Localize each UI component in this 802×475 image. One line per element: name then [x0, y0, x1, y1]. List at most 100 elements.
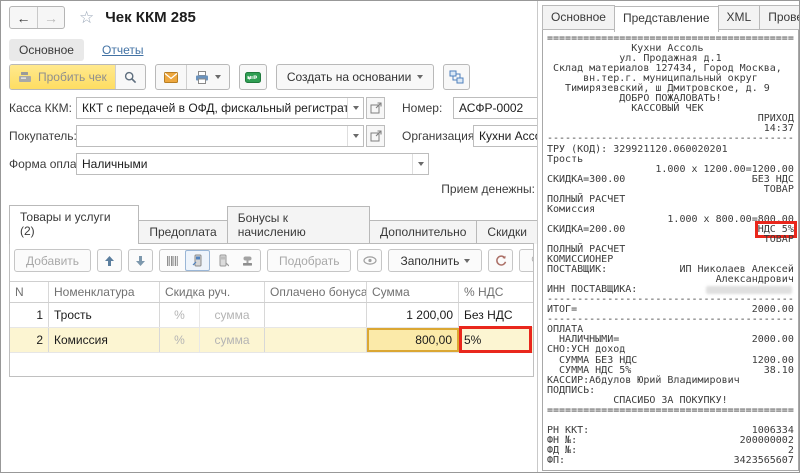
mir-badge-icon — [245, 72, 261, 83]
history-nav: ← → — [9, 6, 65, 29]
receive-money-note: Прием денежны: — [351, 182, 535, 196]
buyer-field[interactable] — [76, 125, 364, 147]
receipt-line: СНО:УСН доход — [547, 345, 798, 355]
payment-dropdown-caret-icon[interactable] — [412, 154, 428, 174]
items-table-header: N Номенклатура Скидка руч. Оплачено бону… — [10, 281, 534, 303]
col-vat[interactable]: % НДС — [459, 282, 534, 302]
app-window: ← → ☆ Чек ККМ 285 Основное Отчеты Пробит… — [0, 0, 800, 473]
items-tab-page: Добавить — [9, 243, 534, 377]
receipt-tab[interactable]: Проверка КМ — [759, 5, 800, 30]
refresh-button[interactable] — [488, 249, 513, 272]
inn-redacted — [706, 286, 792, 294]
buyer-open-button[interactable] — [366, 125, 385, 147]
discount-cell[interactable]: %сумма — [160, 328, 265, 352]
tab-strip: Товары и услуги (2)ПредоплатаБонусы к на… — [9, 219, 537, 244]
receipt-pane: ОсновноеПредставлениеXMLПроверка КМ ====… — [539, 1, 800, 473]
receipt-line: ТРУ (КОД): 329921120.060020201 — [547, 145, 798, 155]
post-check-label: Пробить чек — [38, 70, 107, 84]
col-n[interactable]: N — [10, 282, 49, 302]
col-bonus[interactable]: Оплачено бонусами — [265, 282, 367, 302]
find-check-button[interactable] — [115, 65, 145, 89]
send-email-button[interactable] — [156, 65, 186, 89]
sum-cell[interactable]: 1 200,00 — [367, 303, 459, 327]
col-discount[interactable]: Скидка руч. — [160, 282, 265, 302]
auto-percent-button[interactable]: % Авт. — [519, 249, 534, 272]
mir-button[interactable] — [239, 64, 267, 90]
items-tab[interactable]: Дополнительно — [369, 220, 477, 244]
stamp-button[interactable] — [235, 250, 260, 271]
nomenclature-cell[interactable]: Трость — [49, 303, 160, 327]
buyer-label: Покупатель: — [9, 129, 77, 143]
discount-sum-placeholder[interactable]: сумма — [200, 333, 264, 347]
vat-cell-annotation — [459, 326, 532, 353]
number-field[interactable]: АСФР-0002 — [453, 97, 538, 119]
org-field[interactable]: Кухни Ассо — [473, 125, 538, 147]
stamp-icon — [241, 255, 254, 267]
fill-button[interactable]: Заполнить — [388, 249, 482, 272]
kassa-field[interactable]: ККТ с передачей в ОФД, фискальный регист… — [76, 97, 364, 119]
mail-icon — [164, 72, 178, 83]
move-up-button[interactable] — [97, 249, 122, 272]
create-based-on-button[interactable]: Создать на основании — [276, 64, 435, 90]
post-check-group: Пробить чек — [9, 64, 146, 90]
terminal-button[interactable] — [210, 250, 235, 271]
table-row[interactable]: 2Комиссия%сумма800,005% — [10, 328, 534, 353]
scanner-button[interactable] — [185, 250, 210, 271]
nomenclature-cell[interactable]: Комиссия — [49, 328, 160, 352]
row-number-cell: 2 — [10, 328, 49, 352]
buyer-dropdown-caret-icon[interactable] — [347, 126, 363, 146]
receipt-tab[interactable]: Представление — [614, 6, 719, 32]
receipt-tab-strip: ОсновноеПредставлениеXMLПроверка КМ — [542, 5, 800, 30]
view-button[interactable] — [357, 249, 382, 272]
org-label: Организация: — [402, 129, 478, 143]
auto-percent-label: % Авт. — [531, 254, 534, 268]
move-down-button[interactable] — [128, 249, 153, 272]
kassa-dropdown-caret-icon[interactable] — [347, 98, 363, 118]
section-tab-main[interactable]: Основное — [9, 39, 84, 61]
sum-cell[interactable]: 800,00 — [367, 328, 459, 352]
barcode-tools-group — [159, 249, 261, 272]
receipt-tab[interactable]: XML — [718, 5, 761, 30]
refresh-icon — [495, 255, 507, 267]
kassa-open-button[interactable] — [366, 97, 385, 119]
receipt-tab[interactable]: Основное — [542, 5, 615, 30]
barcode-button[interactable] — [160, 250, 185, 271]
payment-field[interactable]: Наличными — [76, 153, 429, 175]
table-row[interactable]: 1Трость%сумма1 200,00Без НДС — [10, 303, 534, 328]
pick-button[interactable]: Подобрать — [267, 249, 351, 272]
print-button[interactable] — [186, 65, 229, 89]
forward-icon: → — [44, 10, 58, 26]
col-sum[interactable]: Сумма — [367, 282, 459, 302]
post-check-button[interactable]: Пробить чек — [10, 65, 115, 89]
back-button[interactable]: ← — [10, 7, 37, 28]
related-documents-button[interactable] — [443, 64, 470, 90]
receipt-line: ========================================… — [547, 406, 798, 416]
discount-sum-placeholder[interactable]: сумма — [200, 308, 264, 322]
bonus-cell[interactable] — [265, 303, 367, 327]
items-tab[interactable]: Бонусы к начислению — [227, 206, 370, 244]
discount-percent-placeholder[interactable]: % — [160, 328, 200, 352]
items-table-body: 1Трость%сумма1 200,00Без НДС2Комиссия%су… — [10, 303, 534, 353]
items-tab[interactable]: Предоплата — [138, 220, 227, 244]
discount-cell[interactable]: %сумма — [160, 303, 265, 327]
org-value: Кухни Ассо — [474, 129, 538, 143]
scanner-icon — [192, 254, 204, 267]
cash-register-icon — [18, 71, 32, 83]
forward-button[interactable]: → — [37, 7, 64, 28]
vat-cell[interactable]: Без НДС — [459, 303, 534, 327]
bonus-cell[interactable] — [265, 328, 367, 352]
eye-icon — [363, 256, 377, 265]
kassa-label: Касса ККМ: — [9, 101, 72, 115]
search-icon — [124, 71, 137, 84]
items-tab[interactable]: Товары и услуги (2) — [9, 205, 139, 244]
col-nomenclature[interactable]: Номенклатура — [49, 282, 160, 302]
section-tab-reports[interactable]: Отчеты — [102, 43, 143, 57]
payment-value: Наличными — [77, 157, 412, 171]
favorite-star-icon[interactable]: ☆ — [79, 8, 94, 28]
items-table: N Номенклатура Скидка руч. Оплачено бону… — [10, 281, 534, 353]
discount-percent-placeholder[interactable]: % — [160, 303, 200, 327]
move-up-icon — [104, 255, 115, 267]
items-tab[interactable]: Скидки — [476, 220, 538, 244]
add-label: Добавить — [26, 254, 79, 268]
add-button[interactable]: Добавить — [14, 249, 91, 272]
